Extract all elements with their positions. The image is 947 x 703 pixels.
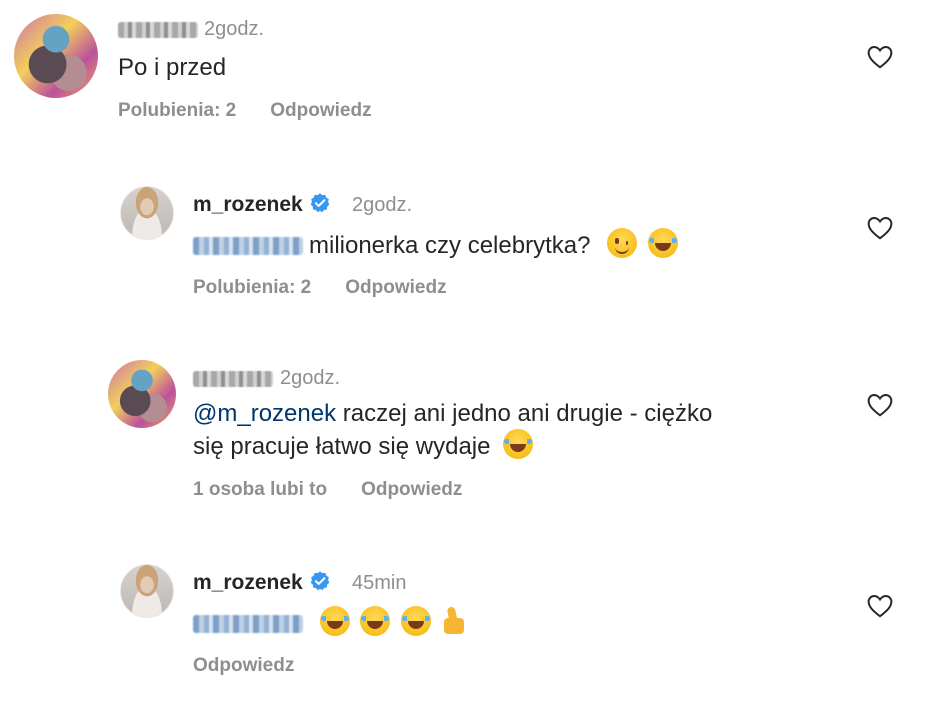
mention-link[interactable]: @m_rozenek	[193, 400, 336, 427]
winking-face-icon	[607, 228, 638, 258]
comment-time: 2godz.	[352, 194, 413, 216]
comment-text	[193, 606, 466, 639]
reply-button[interactable]: Odpowiedz	[345, 277, 446, 298]
username[interactable]: m_rozenek	[193, 570, 331, 595]
heart-icon[interactable]	[867, 393, 893, 417]
tears-of-joy-icon	[647, 228, 678, 258]
avatar[interactable]	[120, 186, 174, 240]
comment-actions: Polubienia: 2 Odpowiedz	[193, 277, 481, 299]
likes-count[interactable]: Polubienia: 2	[193, 277, 311, 298]
profile-photo	[120, 564, 174, 618]
mention-redacted[interactable]	[193, 615, 303, 633]
verified-badge-icon	[310, 193, 330, 213]
thumbs-up-icon	[442, 606, 466, 636]
heart-icon[interactable]	[867, 45, 893, 69]
comment-actions: Odpowiedz	[193, 655, 328, 677]
heart-icon[interactable]	[867, 216, 893, 240]
comment-time: 2godz.	[204, 18, 265, 40]
tears-of-joy-icon	[503, 429, 534, 459]
comment-time: 45min	[352, 572, 407, 594]
username-text: m_rozenek	[193, 193, 303, 216]
comment-body-line2: się pracuje łatwo się wydaje	[193, 433, 491, 460]
likes-count[interactable]: 1 osoba lubi to	[193, 479, 327, 500]
pixelated-avatar-image	[14, 14, 98, 98]
avatar[interactable]	[120, 564, 174, 618]
heart-icon[interactable]	[867, 594, 893, 618]
comment-actions: Polubienia: 2 Odpowiedz	[118, 100, 406, 122]
reply-button[interactable]: Odpowiedz	[361, 479, 462, 500]
profile-photo	[120, 186, 174, 240]
username[interactable]: m_rozenek	[193, 192, 331, 217]
comment-text: @m_rozenek raczej ani jedno ani drugie -…	[193, 398, 712, 462]
pixelated-avatar-image	[108, 360, 176, 428]
comment-time: 2godz.	[280, 367, 341, 389]
comment-text: milionerka czy celebrytka?	[193, 228, 678, 261]
comment-body-line1: raczej ani jedno ani drugie - ciężko	[342, 400, 713, 427]
tears-of-joy-icon	[360, 606, 391, 636]
verified-badge-icon	[310, 571, 330, 591]
likes-count[interactable]: Polubienia: 2	[118, 100, 236, 121]
comment-text: Po i przed	[118, 54, 227, 81]
comment-actions: 1 osoba lubi to Odpowiedz	[193, 479, 496, 501]
reply-button[interactable]: Odpowiedz	[193, 655, 294, 676]
username-redacted[interactable]	[193, 371, 273, 387]
mention-redacted[interactable]	[193, 237, 303, 255]
tears-of-joy-icon	[319, 606, 350, 636]
avatar[interactable]	[108, 360, 176, 428]
comment-body: milionerka czy celebrytka?	[309, 232, 591, 259]
reply-button[interactable]: Odpowiedz	[270, 100, 371, 121]
tears-of-joy-icon	[401, 606, 432, 636]
username-text: m_rozenek	[193, 571, 303, 594]
avatar[interactable]	[14, 14, 98, 98]
username-redacted[interactable]	[118, 22, 198, 38]
